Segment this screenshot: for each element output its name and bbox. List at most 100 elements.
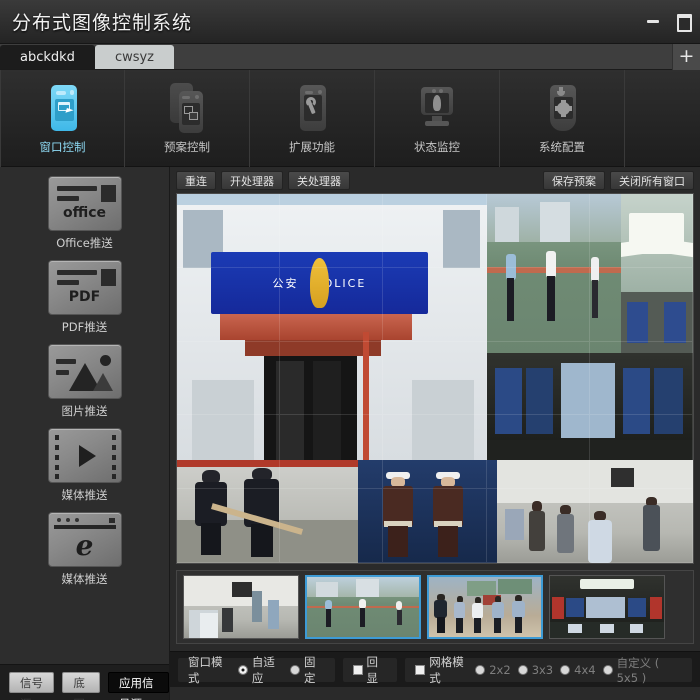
apply-signal-source-button[interactable]: 应用信号源 xyxy=(108,672,169,700)
grid-option-custom[interactable]: 自定义 ( 5x5 ) xyxy=(602,655,682,685)
sidebar-item-office-push[interactable]: office Office推送 xyxy=(47,176,122,251)
ribbon-item-preset-control[interactable]: 预案控制 xyxy=(125,70,250,167)
sidebar-label: 媒体推送 xyxy=(61,488,108,502)
option-label: 4x4 xyxy=(574,662,596,677)
save-preset-button[interactable]: 保存预案 xyxy=(543,170,605,190)
window-mode-group: 窗口模式 自适应 固定 xyxy=(178,655,335,685)
reconnect-button[interactable]: 重连 xyxy=(176,170,216,190)
ribbon-item-status-monitor[interactable]: 状态监控 xyxy=(375,70,500,167)
picture-icon xyxy=(47,344,122,399)
sidebar-label: Office推送 xyxy=(56,236,113,250)
office-badge: office xyxy=(62,205,107,221)
radio-icon[interactable] xyxy=(475,664,486,675)
maximize-icon[interactable] xyxy=(674,12,692,32)
officer-figure xyxy=(454,596,466,634)
add-tab-button[interactable]: + xyxy=(672,44,700,70)
grid-option-4x4[interactable]: 4x4 xyxy=(560,662,596,677)
sidebar-label: 媒体推送 xyxy=(61,572,108,586)
close-all-windows-button[interactable]: 关闭所有窗口 xyxy=(610,170,694,190)
minimize-icon[interactable] xyxy=(645,12,661,28)
body-container: office Office推送 PDF PDF推送 图片推送 媒体推送 e 媒体… xyxy=(0,167,700,700)
wrench-icon xyxy=(294,83,330,135)
ribbon-label: 系统配置 xyxy=(539,139,585,154)
film-play-icon xyxy=(47,428,122,483)
tab-abckdkd[interactable]: abckdkd xyxy=(0,45,95,69)
person-figure xyxy=(394,601,404,625)
officer-figure xyxy=(433,593,448,634)
radio-icon[interactable] xyxy=(517,664,528,675)
base-map-button[interactable]: 底图 xyxy=(62,672,100,700)
option-label: 自定义 ( 5x5 ) xyxy=(616,655,660,685)
main-panel: 重连 开处理器 关处理器 保存预案 关闭所有窗口 公安 POLICE 窗口模式 … xyxy=(170,167,700,700)
window-controls xyxy=(645,12,692,32)
thumb-control-room[interactable] xyxy=(549,575,665,639)
copy-windows-icon xyxy=(169,82,205,135)
gear-icon xyxy=(544,83,580,135)
checkbox-icon[interactable] xyxy=(415,664,426,675)
ribbon-item-extensions[interactable]: 扩展功能 xyxy=(250,70,375,167)
ie-badge: e xyxy=(75,529,94,562)
thumb-officers-line[interactable] xyxy=(427,575,543,639)
video-wall[interactable]: 公安 POLICE xyxy=(176,193,694,564)
sidebar-bottom-bar: 信号源 底图 应用信号源 xyxy=(0,664,169,700)
echo-group: 回显 xyxy=(342,655,398,685)
grid-option-3x3[interactable]: 3x3 xyxy=(517,662,554,677)
radio-icon[interactable] xyxy=(602,664,613,675)
pdf-badge: PDF xyxy=(68,289,101,305)
ribbon-label: 窗口控制 xyxy=(39,139,86,154)
sidebar-label: PDF推送 xyxy=(61,320,108,334)
person-figure xyxy=(323,599,334,628)
officer-figure xyxy=(472,597,484,634)
ribbon-item-system-config[interactable]: 系统配置 xyxy=(500,70,625,167)
echo-checkbox-option[interactable]: 回显 xyxy=(352,654,388,686)
wall-toolbar: 重连 开处理器 关处理器 保存预案 关闭所有窗口 xyxy=(170,167,700,193)
option-label: 自适应 xyxy=(251,654,275,685)
tab-bar: abckdkd cwsyz + xyxy=(0,44,700,70)
application-window: 分布式图像控制系统 abckdkd cwsyz + 窗口控制 预案控制 扩展功能… xyxy=(0,0,700,700)
sidebar-item-browser-push[interactable]: e 媒体推送 xyxy=(47,512,122,587)
officer-figure xyxy=(492,596,504,634)
ribbon-label: 状态监控 xyxy=(414,139,460,154)
echo-label: 回显 xyxy=(366,654,379,685)
grid-mode-checkbox-option[interactable]: 网格模式 xyxy=(415,654,468,686)
radio-icon[interactable] xyxy=(237,664,248,675)
page-title: 分布式图像控制系统 xyxy=(12,12,193,34)
thumb-meeting-room[interactable] xyxy=(183,575,299,639)
title-bar: 分布式图像控制系统 xyxy=(0,0,700,44)
sidebar-item-media-push[interactable]: 媒体推送 xyxy=(47,428,122,503)
browser-ie-icon: e xyxy=(47,512,122,567)
open-processor-button[interactable]: 开处理器 xyxy=(221,170,283,190)
pdf-doc-icon: PDF xyxy=(47,260,122,315)
office-doc-icon: office xyxy=(47,176,122,231)
ribbon-item-window-control[interactable]: 窗口控制 xyxy=(0,70,125,167)
window-cursor-icon xyxy=(45,83,81,135)
person-figure xyxy=(356,598,368,628)
grid-mode-label: 网格模式 xyxy=(429,654,464,685)
radio-icon[interactable] xyxy=(290,664,301,675)
window-mode-option-adaptive[interactable]: 自适应 xyxy=(237,654,283,686)
sidebar-item-image-push[interactable]: 图片推送 xyxy=(47,344,122,419)
monitor-icon xyxy=(419,83,455,135)
option-label: 3x3 xyxy=(531,662,554,677)
sidebar-label: 图片推送 xyxy=(61,404,108,418)
officer-figure xyxy=(512,595,525,634)
left-sidebar: office Office推送 PDF PDF推送 图片推送 媒体推送 e 媒体… xyxy=(0,167,170,700)
ribbon-toolbar: 窗口控制 预案控制 扩展功能 状态监控 系统配置 xyxy=(0,70,700,167)
window-mode-option-fixed[interactable]: 固定 xyxy=(290,654,324,686)
ribbon-label: 扩展功能 xyxy=(289,139,335,154)
radio-icon[interactable] xyxy=(560,664,571,675)
ribbon-label: 预案控制 xyxy=(164,139,210,154)
grid-mode-group: 网格模式 2x2 3x3 4x4 自定义 (5x5) xyxy=(405,655,692,685)
option-label: 2x2 xyxy=(489,662,511,677)
grid-option-2x2[interactable]: 2x2 xyxy=(475,662,511,677)
signal-source-button[interactable]: 信号源 xyxy=(9,672,55,700)
checkbox-icon[interactable] xyxy=(352,664,363,675)
thumbnail-strip xyxy=(176,570,694,644)
close-processor-button[interactable]: 关处理器 xyxy=(288,170,350,190)
thumb-playground[interactable] xyxy=(305,575,421,639)
window-mode-label: 窗口模式 xyxy=(188,654,223,685)
sidebar-item-pdf-push[interactable]: PDF PDF推送 xyxy=(47,260,122,335)
tab-cwsyz[interactable]: cwsyz xyxy=(94,45,175,69)
status-bar: 窗口模式 自适应 固定 回显 网格模式 2x2 3x3 4x4 自定义 (5x… xyxy=(170,651,700,687)
wall-grid-overlay xyxy=(177,194,693,563)
